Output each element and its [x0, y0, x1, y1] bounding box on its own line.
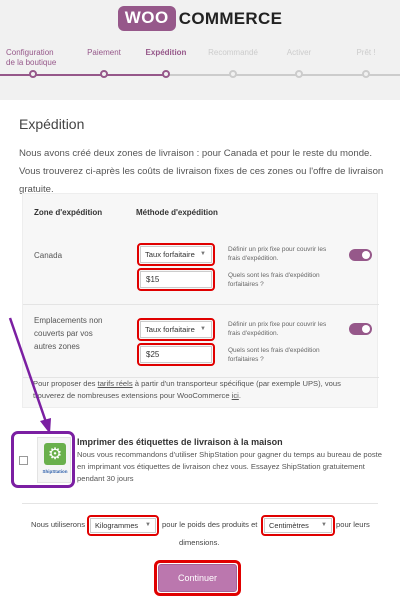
step-label: Recommandé — [208, 48, 258, 57]
logo-woo: WOO — [117, 6, 176, 31]
units-text-post2: dimensions. — [179, 538, 220, 547]
toggle-rest[interactable] — [349, 323, 372, 335]
extensions-link[interactable]: ici — [232, 391, 239, 400]
toggle-canada[interactable] — [349, 249, 372, 261]
step-label: Configuration de la boutique — [6, 48, 57, 67]
page-title: Expédition — [19, 116, 85, 132]
step-dot — [162, 70, 170, 78]
zone-name-canada: Canada — [34, 251, 63, 260]
units-text-mid: pour le poids des produits et — [162, 520, 258, 529]
step-label: Paiement — [87, 48, 121, 57]
step-dot — [362, 70, 370, 78]
hint-flat-rate-help[interactable]: Quels sont les frais d'expédition forfai… — [228, 346, 338, 364]
step-recommended[interactable]: Recommandé — [203, 48, 263, 58]
carrier-note: Pour proposer des tarifs réels à partir … — [33, 378, 363, 402]
step-dot — [100, 70, 108, 78]
step-shipping[interactable]: Expédition — [138, 48, 194, 58]
live-rates-link[interactable]: tarifs réels — [98, 379, 133, 388]
woocommerce-logo: WOO COMMERCE — [0, 6, 400, 31]
highlight-box — [137, 268, 215, 291]
note-text: . — [238, 391, 241, 400]
step-label: Expédition — [145, 48, 187, 57]
shipping-card: Expédition Nous avons créé deux zones de… — [0, 100, 400, 603]
note-text: Pour proposer des — [33, 379, 98, 388]
highlight-box — [137, 318, 215, 341]
units-divider — [22, 503, 378, 504]
header-method: Méthode d'expédition — [136, 208, 218, 217]
highlight-box — [137, 243, 215, 266]
shipping-zones-table: Zone d'expédition Méthode d'expédition C… — [22, 193, 379, 408]
row-divider — [23, 304, 379, 305]
header-zone: Zone d'expédition — [34, 208, 103, 217]
highlight-box — [137, 343, 215, 366]
step-label: Prêt ! — [356, 48, 376, 57]
progress-track-done — [0, 74, 166, 76]
step-activate[interactable]: Activer — [271, 48, 327, 58]
continue-button[interactable]: Continuer — [158, 564, 237, 592]
step-label: Activer — [286, 48, 312, 57]
logo-commerce: COMMERCE — [178, 8, 283, 28]
units-text-pre: Nous utiliserons — [31, 520, 86, 529]
highlight-box — [261, 515, 335, 536]
hint-flat-rate: Définir un prix fixe pour couvrir les fr… — [228, 246, 327, 262]
setup-stepper: Configuration de la boutique Paiement Ex… — [0, 48, 400, 82]
step-dot — [295, 70, 303, 78]
intro-text: Nous avons créé deux zones de livraison … — [19, 148, 384, 195]
highlight-box — [87, 515, 159, 536]
zone-name-rest-of-world: Emplacements non couverts par vos autres… — [34, 316, 103, 351]
hint-flat-rate: Définir un prix fixe pour couvrir les fr… — [228, 321, 327, 337]
step-payment[interactable]: Paiement — [76, 48, 132, 58]
step-dot — [229, 70, 237, 78]
shipstation-description: Nous vous recommandons d'utiliser ShipSt… — [77, 450, 382, 483]
step-dot — [29, 70, 37, 78]
shipstation-title: Imprimer des étiquettes de livraison à l… — [77, 437, 283, 447]
hint-flat-rate-help[interactable]: Quels sont les frais d'expédition forfai… — [228, 271, 338, 289]
step-store-setup[interactable]: Configuration de la boutique — [6, 48, 62, 68]
units-text-post: pour leurs — [336, 520, 370, 529]
step-ready[interactable]: Prêt ! — [338, 48, 394, 58]
annotation-box — [11, 431, 75, 488]
